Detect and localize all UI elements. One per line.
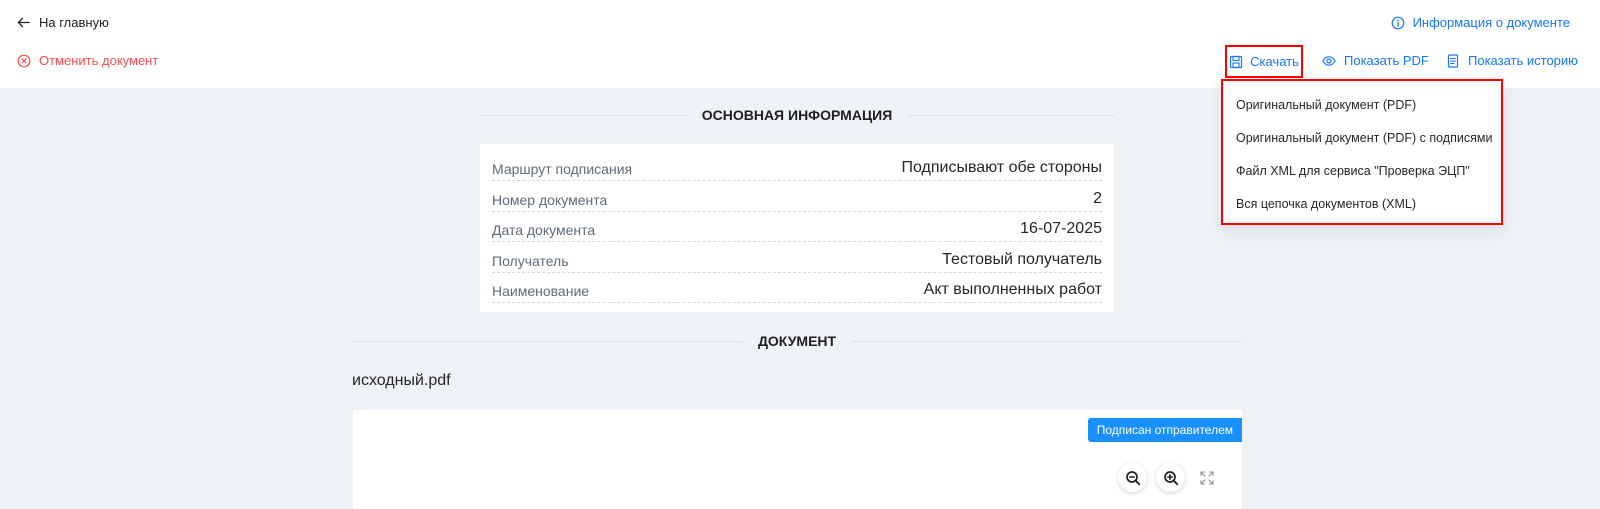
show-history-button[interactable]: Показать историю bbox=[1446, 53, 1578, 68]
document-info-link[interactable]: Информация о документе bbox=[1391, 15, 1570, 30]
zoom-out-button[interactable] bbox=[1118, 463, 1147, 492]
info-label: Дата документа bbox=[492, 222, 596, 239]
cancel-label: Отменить документ bbox=[39, 53, 159, 68]
back-to-home-link[interactable]: На главную bbox=[17, 15, 109, 30]
divider bbox=[480, 114, 687, 116]
cancel-document-button[interactable]: Отменить документ bbox=[17, 53, 158, 68]
arrow-left-icon bbox=[17, 17, 30, 28]
info-label: Наименование bbox=[492, 282, 590, 299]
download-signed-pdf-option[interactable]: Оригинальный документ (PDF) с подписями bbox=[1223, 122, 1501, 155]
info-label: Маршрут подписания bbox=[492, 161, 633, 178]
fullscreen-button[interactable] bbox=[1192, 463, 1221, 492]
divider bbox=[851, 340, 1243, 342]
document-section-title: ДОКУМЕНТ bbox=[352, 333, 1243, 349]
zoom-in-icon bbox=[1163, 470, 1178, 485]
zoom-in-button[interactable] bbox=[1156, 463, 1185, 492]
download-dropdown-menu: Оригинальный документ (PDF) Оригинальный… bbox=[1221, 79, 1503, 225]
pdf-viewer[interactable]: Подписан отправителем bbox=[353, 410, 1242, 509]
info-value: 2 bbox=[1093, 189, 1102, 207]
info-value: 16-07-2025 bbox=[1020, 220, 1102, 238]
info-label: Номер документа bbox=[492, 191, 608, 208]
info-row-document-date: Дата документа 16-07-2025 bbox=[492, 212, 1102, 243]
back-label: На главную bbox=[39, 15, 109, 30]
download-document-chain-option[interactable]: Вся цепочка документов (XML) bbox=[1223, 188, 1501, 221]
show-history-label: Показать историю bbox=[1468, 53, 1578, 68]
download-button[interactable]: Скачать bbox=[1225, 45, 1303, 78]
signed-status-badge: Подписан отправителем bbox=[1087, 418, 1242, 442]
info-row-name: Наименование Акт выполненных работ bbox=[492, 273, 1102, 303]
info-label: Получатель bbox=[492, 252, 569, 269]
top-bar: На главную Отменить документ Информация … bbox=[0, 0, 1600, 88]
close-circle-icon bbox=[17, 54, 31, 67]
download-label: Скачать bbox=[1250, 54, 1299, 69]
download-original-pdf-option[interactable]: Оригинальный документ (PDF) bbox=[1223, 89, 1501, 122]
info-row-recipient: Получатель Тестовый получатель bbox=[492, 242, 1102, 273]
info-value: Подписывают обе стороны bbox=[901, 159, 1102, 177]
document-title: ДОКУМЕНТ bbox=[757, 333, 837, 349]
divider bbox=[352, 340, 743, 342]
info-value: Тестовый получатель bbox=[942, 250, 1102, 268]
info-row-signing-route: Маршрут подписания Подписывают обе сторо… bbox=[492, 151, 1102, 182]
document-filename: исходный.pdf bbox=[352, 372, 451, 389]
info-value: Акт выполненных работ bbox=[923, 280, 1102, 298]
save-icon bbox=[1230, 55, 1243, 68]
zoom-out-icon bbox=[1125, 470, 1140, 485]
download-signature-xml-option[interactable]: Файл XML для сервиса "Проверка ЭЦП" bbox=[1223, 155, 1501, 188]
divider bbox=[907, 114, 1115, 116]
eye-icon bbox=[1322, 55, 1336, 66]
info-circle-icon bbox=[1391, 16, 1404, 29]
main-info-section-title: ОСНОВНАЯ ИНФОРМАЦИЯ bbox=[480, 107, 1115, 123]
file-text-icon bbox=[1447, 53, 1459, 68]
document-info-label: Информация о документе bbox=[1412, 15, 1570, 30]
main-info-title: ОСНОВНАЯ ИНФОРМАЦИЯ bbox=[701, 107, 893, 123]
main-info-card: Маршрут подписания Подписывают обе сторо… bbox=[480, 144, 1114, 312]
expand-icon bbox=[1199, 470, 1214, 485]
show-pdf-label: Показать PDF bbox=[1344, 53, 1429, 68]
show-pdf-button[interactable]: Показать PDF bbox=[1322, 53, 1429, 68]
info-row-document-number: Номер документа 2 bbox=[492, 181, 1102, 212]
